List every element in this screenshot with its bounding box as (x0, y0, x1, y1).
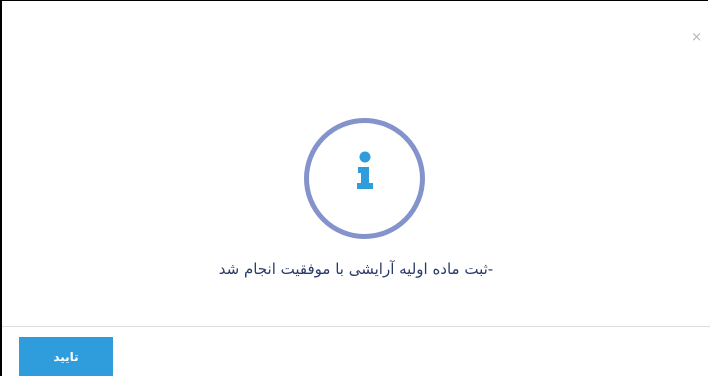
confirm-button[interactable]: تایید (19, 337, 113, 376)
info-dialog: × -ثبت ماده اولیه آرایشی با موفقیت انجام… (0, 0, 710, 376)
footer-divider (2, 326, 710, 327)
dialog-message: -ثبت ماده اولیه آرایشی با موفقیت انجام ش… (218, 260, 494, 278)
close-icon[interactable]: × (691, 31, 702, 44)
info-icon (304, 118, 425, 239)
info-glyph (357, 151, 373, 189)
